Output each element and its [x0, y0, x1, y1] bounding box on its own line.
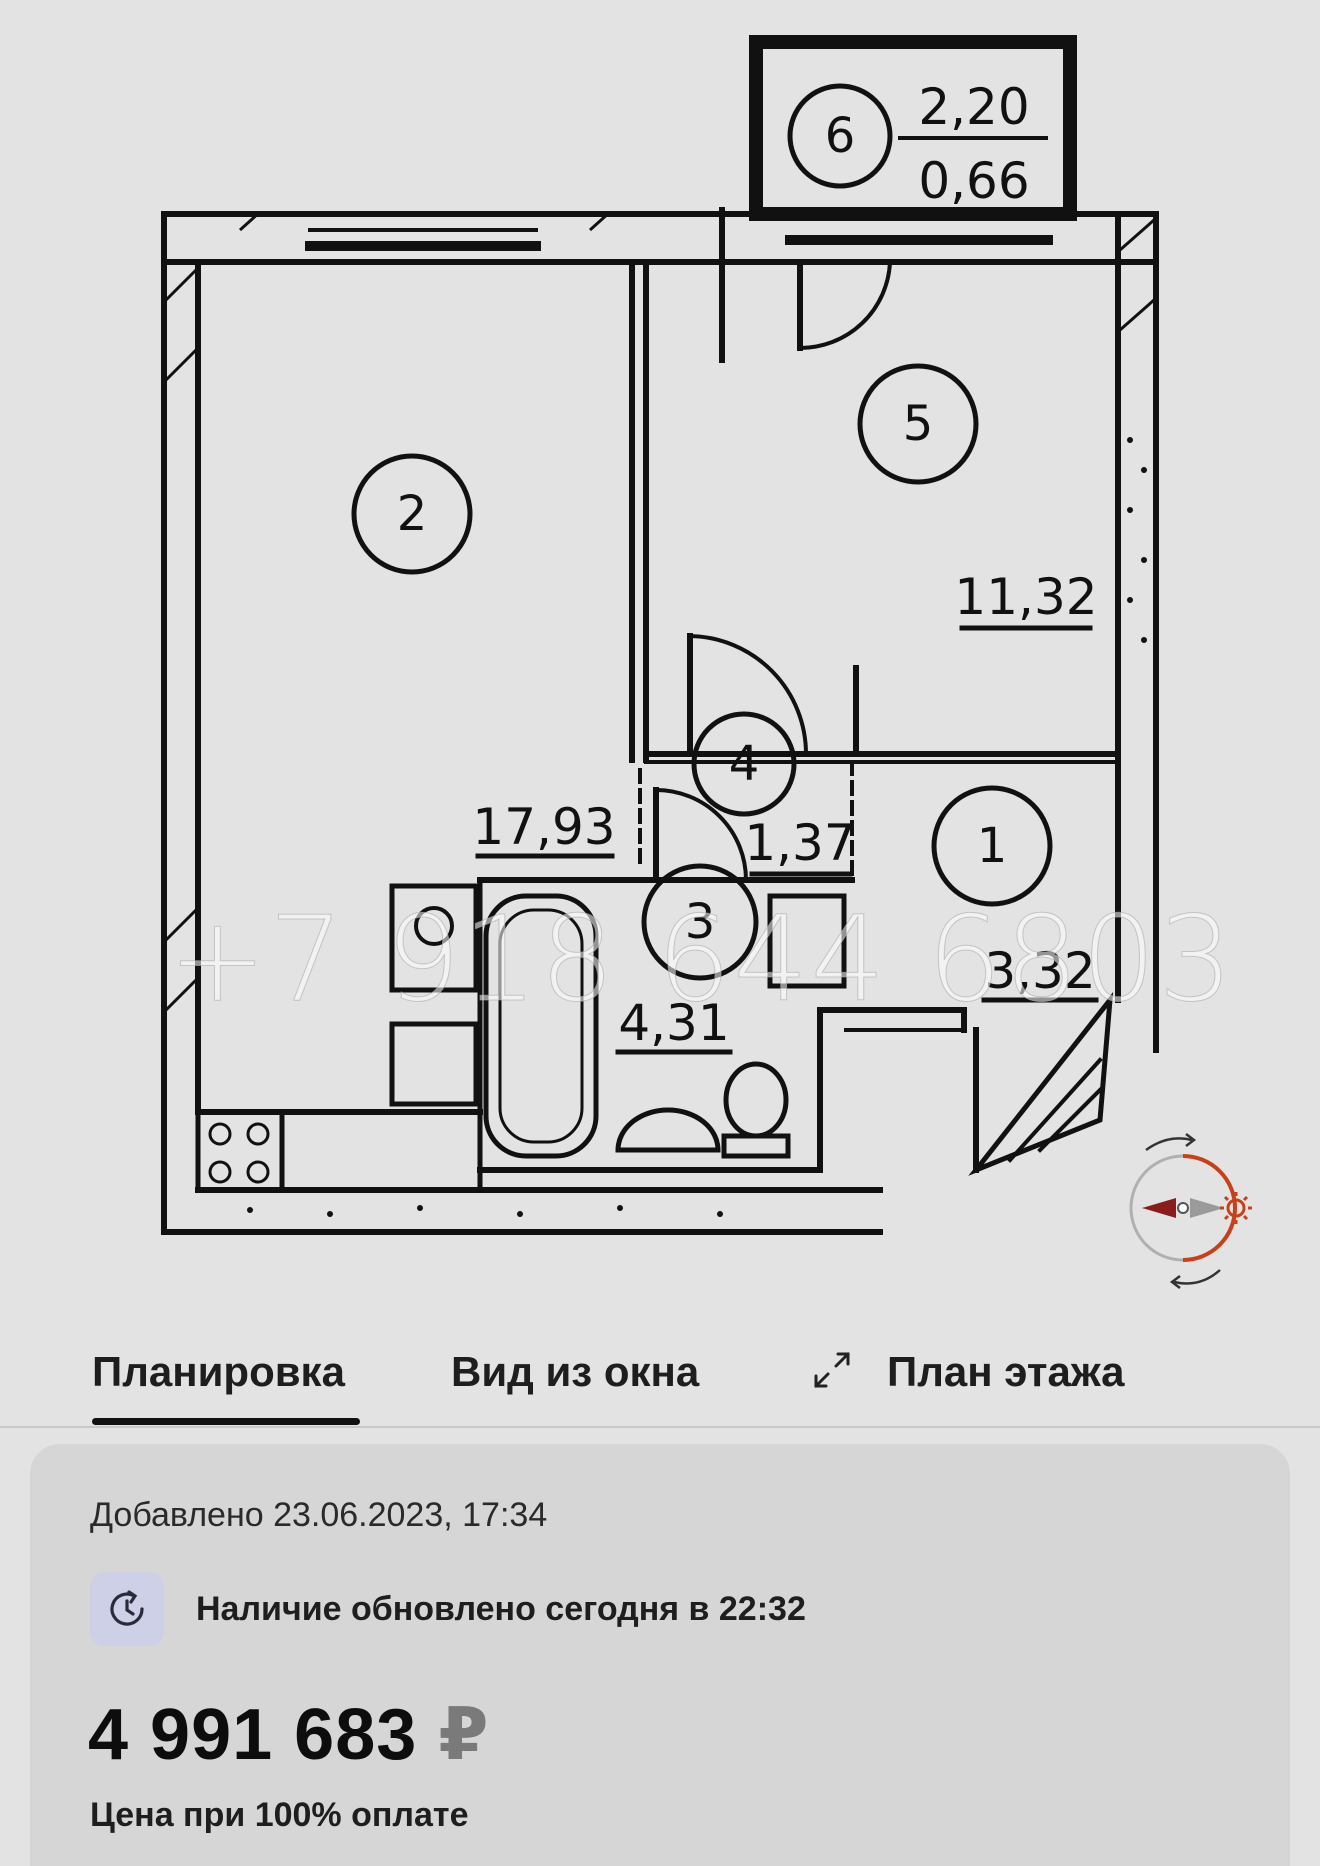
room-3-number: 3 [685, 894, 716, 950]
price-value: 4 991 683 [88, 1695, 418, 1775]
tab-layout[interactable]: Планировка [92, 1348, 345, 1396]
room-4-number: 4 [729, 736, 760, 792]
room-1-area: 3,32 [984, 942, 1095, 1000]
price-currency: ₽ [438, 1695, 490, 1775]
added-date: Добавлено 23.06.2023, 17:34 [90, 1496, 548, 1534]
floor-plan[interactable]: 2 5 4 3 1 6 17,93 11,32 1,37 4,31 3,32 2… [0, 0, 1320, 1320]
active-tab-indicator [92, 1418, 360, 1425]
availability-status: Наличие обновлено сегодня в 22:32 [196, 1590, 806, 1628]
price-note: Цена при 100% оплате [90, 1796, 469, 1834]
room-6-area-reduced: 0,66 [918, 152, 1029, 210]
room-4-area: 1,37 [744, 814, 855, 872]
room-2-number: 2 [397, 486, 428, 542]
room-2-area: 17,93 [472, 798, 615, 856]
clock-refresh-icon [110, 1590, 144, 1626]
room-5-area: 11,32 [954, 568, 1097, 626]
expand-arrows-icon[interactable] [810, 1348, 854, 1392]
room-6-area: 2,20 [918, 78, 1029, 136]
room-1-number: 1 [977, 818, 1008, 874]
tab-floor-plan[interactable]: План этажа [887, 1348, 1124, 1396]
tab-window-view[interactable]: Вид из окна [451, 1348, 699, 1396]
view-tabs: Планировка Вид из окна План этажа [0, 1320, 1320, 1428]
room-3-area: 4,31 [618, 994, 729, 1052]
room-5-number: 5 [903, 396, 934, 452]
room-6-number: 6 [825, 108, 856, 164]
price: 4 991 683 ₽ [88, 1692, 489, 1776]
availability-icon-badge [90, 1572, 164, 1646]
compass-icon [1129, 1133, 1252, 1289]
listing-page: 2 5 4 3 1 6 17,93 11,32 1,37 4,31 3,32 2… [0, 0, 1320, 1866]
listing-info-card: Добавлено 23.06.2023, 17:34 Наличие обно… [30, 1444, 1290, 1866]
